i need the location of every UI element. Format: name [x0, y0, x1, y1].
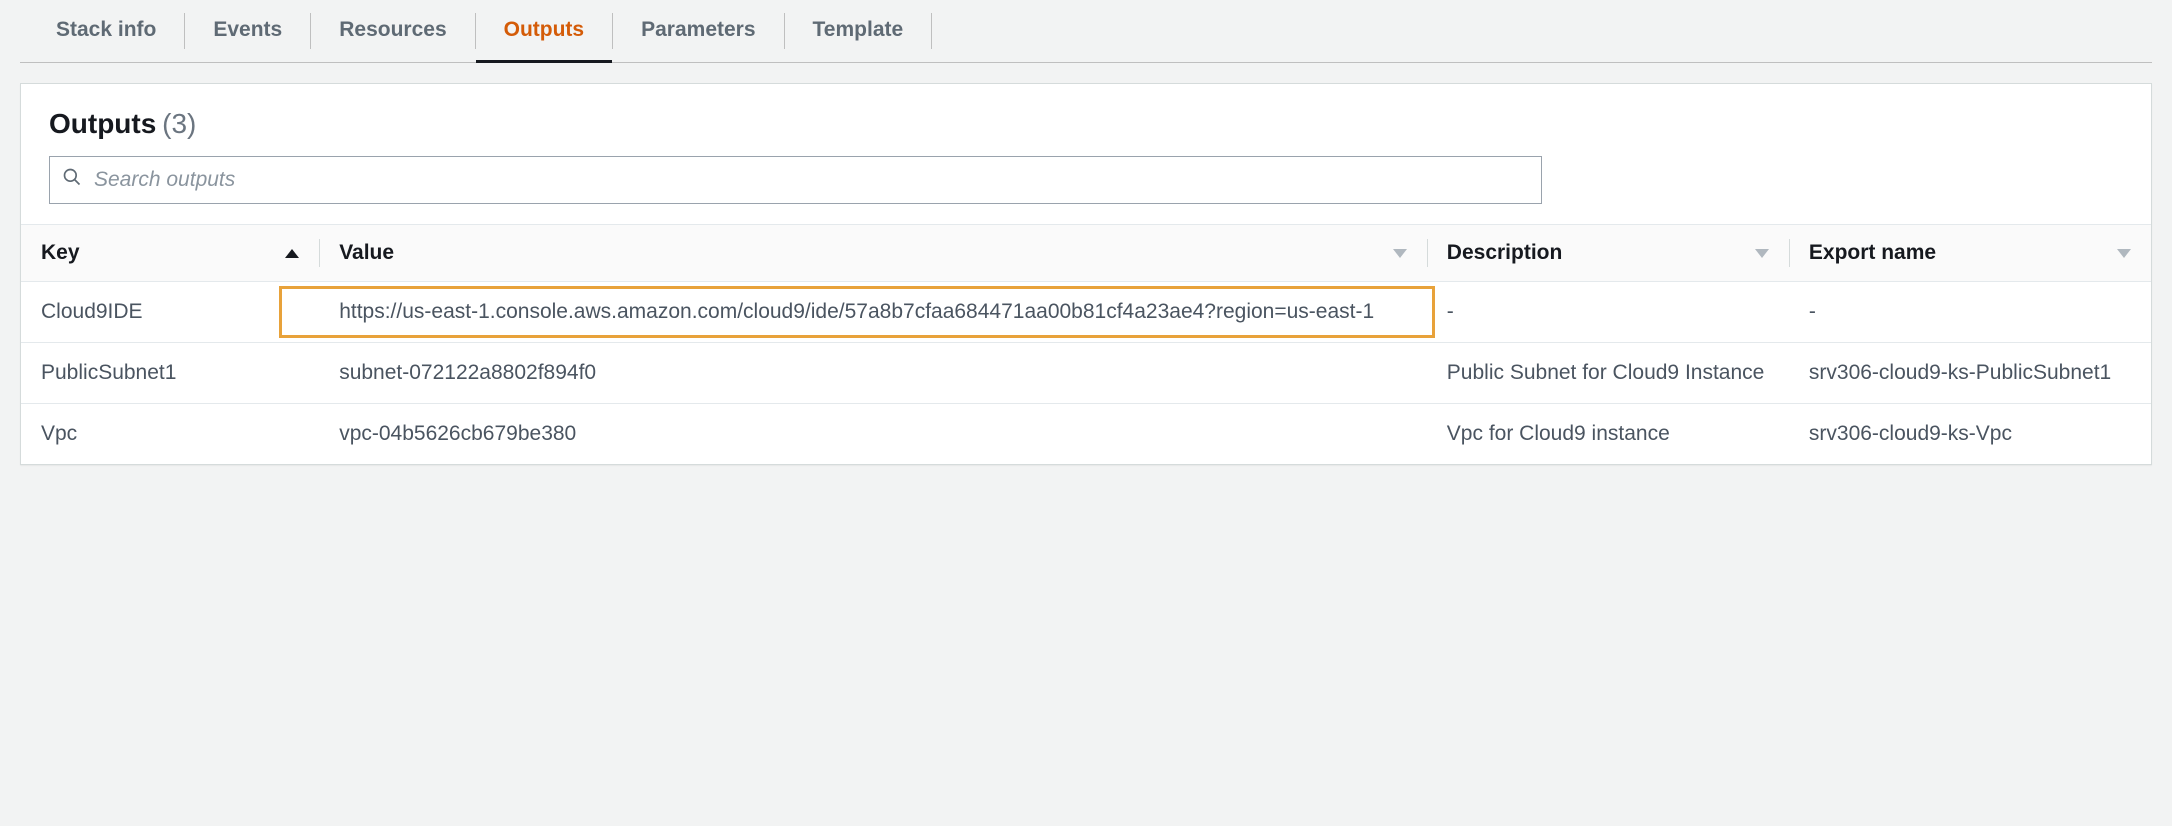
column-label: Value: [339, 241, 394, 265]
panel-header: Outputs (3): [21, 84, 2151, 156]
column-header-key[interactable]: Key: [21, 225, 319, 282]
cell-description: -: [1427, 282, 1789, 343]
table-row: Vpc vpc-04b5626cb679be380 Vpc for Cloud9…: [21, 404, 2151, 465]
column-label: Description: [1447, 241, 1563, 265]
sort-asc-icon: [285, 249, 299, 258]
search-input[interactable]: [92, 167, 1529, 193]
table-row: Cloud9IDE https://us-east-1.console.aws.…: [21, 282, 2151, 343]
cell-key: Cloud9IDE: [21, 282, 319, 343]
cell-value: https://us-east-1.console.aws.amazon.com…: [319, 282, 1427, 343]
cell-key: Vpc: [21, 404, 319, 465]
cell-export-name: srv306-cloud9-ks-Vpc: [1789, 404, 2151, 465]
cell-key: PublicSubnet1: [21, 343, 319, 404]
panel-title: Outputs: [49, 108, 156, 139]
sort-icon: [1393, 249, 1407, 258]
outputs-table: Key Value Description: [21, 224, 2151, 464]
tab-stack-info[interactable]: Stack info: [28, 0, 184, 62]
panel-count: (3): [162, 108, 196, 139]
cell-description: Vpc for Cloud9 instance: [1427, 404, 1789, 465]
tab-resources[interactable]: Resources: [311, 0, 474, 62]
column-header-description[interactable]: Description: [1427, 225, 1789, 282]
tab-template[interactable]: Template: [785, 0, 932, 62]
column-label: Export name: [1809, 241, 1936, 265]
cell-description: Public Subnet for Cloud9 Instance: [1427, 343, 1789, 404]
outputs-panel: Outputs (3): [20, 83, 2152, 465]
tab-events[interactable]: Events: [185, 0, 310, 62]
tab-separator: [931, 13, 932, 49]
tab-outputs[interactable]: Outputs: [476, 0, 612, 62]
column-header-export-name[interactable]: Export name: [1789, 225, 2151, 282]
cell-value: subnet-072122a8802f894f0: [319, 343, 1427, 404]
column-header-value[interactable]: Value: [319, 225, 1427, 282]
cell-export-name: srv306-cloud9-ks-PublicSubnet1: [1789, 343, 2151, 404]
sort-icon: [1755, 249, 1769, 258]
table-row: PublicSubnet1 subnet-072122a8802f894f0 P…: [21, 343, 2151, 404]
cell-export-name: -: [1789, 282, 2151, 343]
column-label: Key: [41, 241, 80, 265]
sort-icon: [2117, 249, 2131, 258]
tab-parameters[interactable]: Parameters: [613, 0, 783, 62]
tabs-bar: Stack info Events Resources Outputs Para…: [20, 0, 2152, 63]
search-icon: [62, 167, 92, 193]
search-box[interactable]: [49, 156, 1542, 204]
cell-value: vpc-04b5626cb679be380: [319, 404, 1427, 465]
